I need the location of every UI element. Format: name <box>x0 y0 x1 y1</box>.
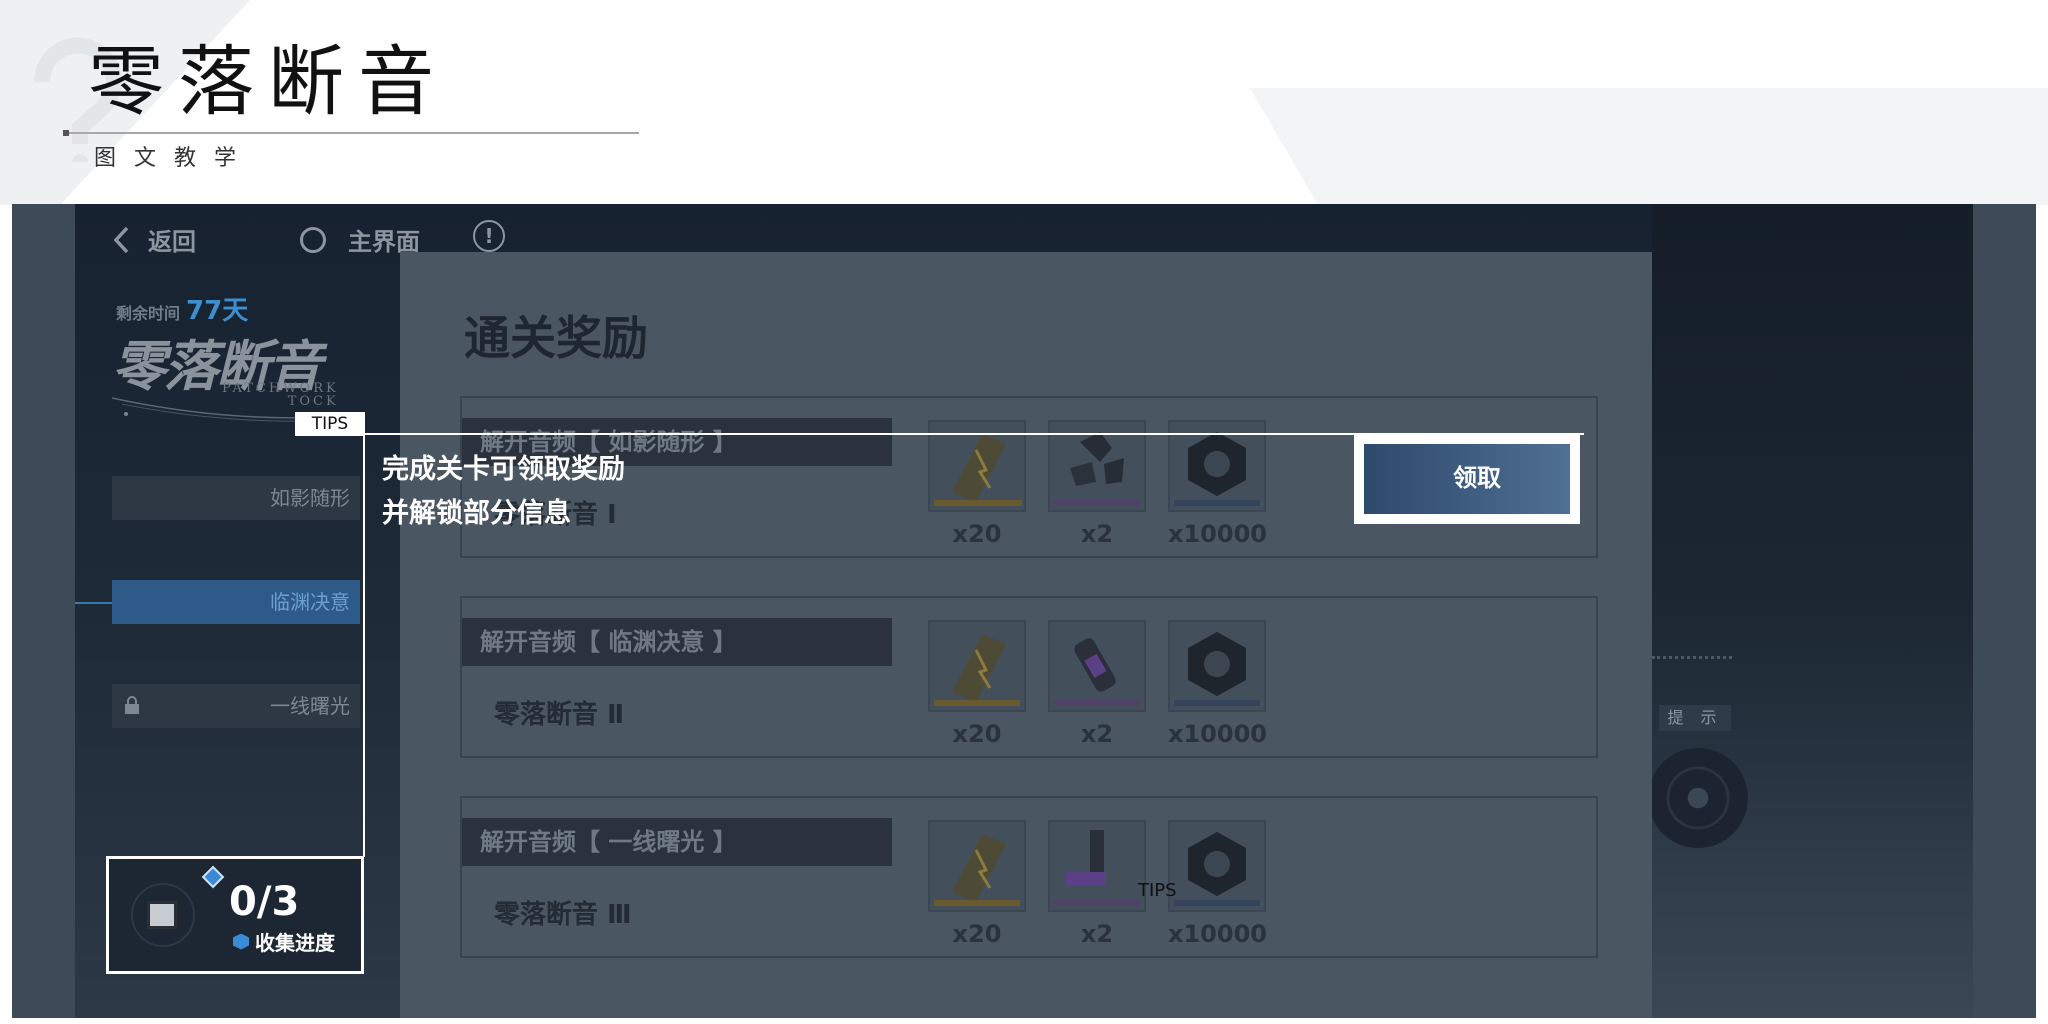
reward-row-name: 零落断音 Ⅱ <box>494 700 625 730</box>
home-ring-icon <box>300 226 326 253</box>
screenshot-background-right <box>1652 204 1973 1018</box>
hex-nut-icon <box>1174 832 1260 906</box>
reward-row-head: 解开音频【 一线曙光 】 <box>462 818 892 866</box>
tips-line-1: 完成关卡可领取奖励 <box>382 454 625 485</box>
stage-tab-label: 临渊决意 <box>270 590 350 614</box>
reward-item-count: x10000 <box>1168 920 1267 948</box>
vinyl-record-icon <box>1648 748 1748 848</box>
black-crystal-icon <box>1054 432 1140 506</box>
title-divider-dot <box>63 130 69 136</box>
diamond-icon <box>201 865 225 889</box>
screenshot-side-right <box>1973 204 2036 1018</box>
chevron-left-icon <box>113 226 129 253</box>
purple-capsule-icon <box>1054 830 1140 906</box>
hex-nut-icon <box>1174 432 1260 506</box>
header-decor-right <box>1250 88 2048 205</box>
reward-item-gold-ticket[interactable] <box>928 620 1026 712</box>
hexagon-icon <box>233 933 249 950</box>
reward-item-capsule[interactable] <box>1048 620 1146 712</box>
collection-label: 收集进度 <box>255 931 335 955</box>
reward-item-count: x2 <box>1080 720 1114 748</box>
purple-capsule-icon <box>1054 638 1140 706</box>
reward-item-count: x10000 <box>1168 520 1267 548</box>
screenshot-side-left <box>12 204 75 1018</box>
back-label: 返回 <box>148 228 196 256</box>
collection-count: 0/3 <box>229 879 300 925</box>
tips-text: 完成关卡可领取奖励 并解锁部分信息 <box>382 448 625 536</box>
collection-label-row: 收集进度 <box>233 927 335 956</box>
gold-ticket-icon <box>934 434 1022 506</box>
tips-tag: TIPS <box>295 412 365 436</box>
gold-ticket-icon <box>934 634 1020 706</box>
title-divider <box>64 132 639 134</box>
reward-item-count: x20 <box>952 920 1002 948</box>
reward-item-count: x20 <box>952 720 1002 748</box>
collection-progress[interactable]: 0/3 收集进度 <box>106 856 364 974</box>
slide-subtitle: 图文教学 <box>94 146 255 171</box>
reward-row-2: 解开音频【 临渊决意 】 零落断音 Ⅱ <box>460 596 1598 758</box>
tips-leader-line-vertical <box>363 433 365 857</box>
stage-tab-2[interactable]: 临渊决意 <box>112 580 360 624</box>
tutorial-slide: 零落断音 图文教学 返回 主界面 ! 剩余时间 77天 零落断音 PATCHWOR… <box>0 0 2048 1024</box>
tips-tag-secondary: TIPS <box>1138 880 1177 901</box>
active-stage-indicator <box>75 602 113 604</box>
stage-tab-label: 如影随形 <box>270 486 350 510</box>
info-icon[interactable]: ! <box>473 220 505 252</box>
reward-item-count: x2 <box>1080 520 1114 548</box>
reward-row-name: 零落断音 Ⅲ <box>494 900 632 930</box>
reward-item-nut[interactable] <box>1168 820 1266 912</box>
reward-item-count: x20 <box>952 520 1002 548</box>
reward-item-nut[interactable] <box>1168 620 1266 712</box>
hex-nut-icon <box>1174 632 1260 706</box>
reward-item-count: x2 <box>1080 920 1114 948</box>
hint-badge[interactable]: 提 示 <box>1659 705 1731 731</box>
reward-row-3: 解开音频【 一线曙光 】 零落断音 Ⅲ <box>460 796 1598 958</box>
reward-row-head: 解开音频【 临渊决意 】 <box>462 618 892 666</box>
gold-ticket-icon <box>934 834 1020 906</box>
tips-line-2: 并解锁部分信息 <box>382 498 571 529</box>
reward-item-gold-ticket[interactable] <box>928 820 1026 912</box>
reward-item-count: x10000 <box>1168 720 1267 748</box>
reward-item-tube[interactable] <box>1048 820 1146 912</box>
slide-title: 零落断音 <box>88 37 448 126</box>
hint-dotted-divider <box>1652 656 1732 660</box>
stage-tab-1[interactable]: 如影随形 <box>112 476 360 520</box>
stage-tab-label: 一线曙光 <box>270 694 350 718</box>
lock-icon <box>125 696 139 714</box>
cube-icon <box>147 901 177 929</box>
modal-title: 通关奖励 <box>464 311 648 365</box>
back-button[interactable]: 返回 <box>112 222 196 257</box>
stage-tab-3[interactable]: 一线曙光 <box>112 684 360 728</box>
claim-highlight-frame: 领取 <box>1354 434 1580 524</box>
claim-button[interactable]: 领取 <box>1364 444 1570 514</box>
remaining-label: 剩余时间 <box>116 304 181 323</box>
